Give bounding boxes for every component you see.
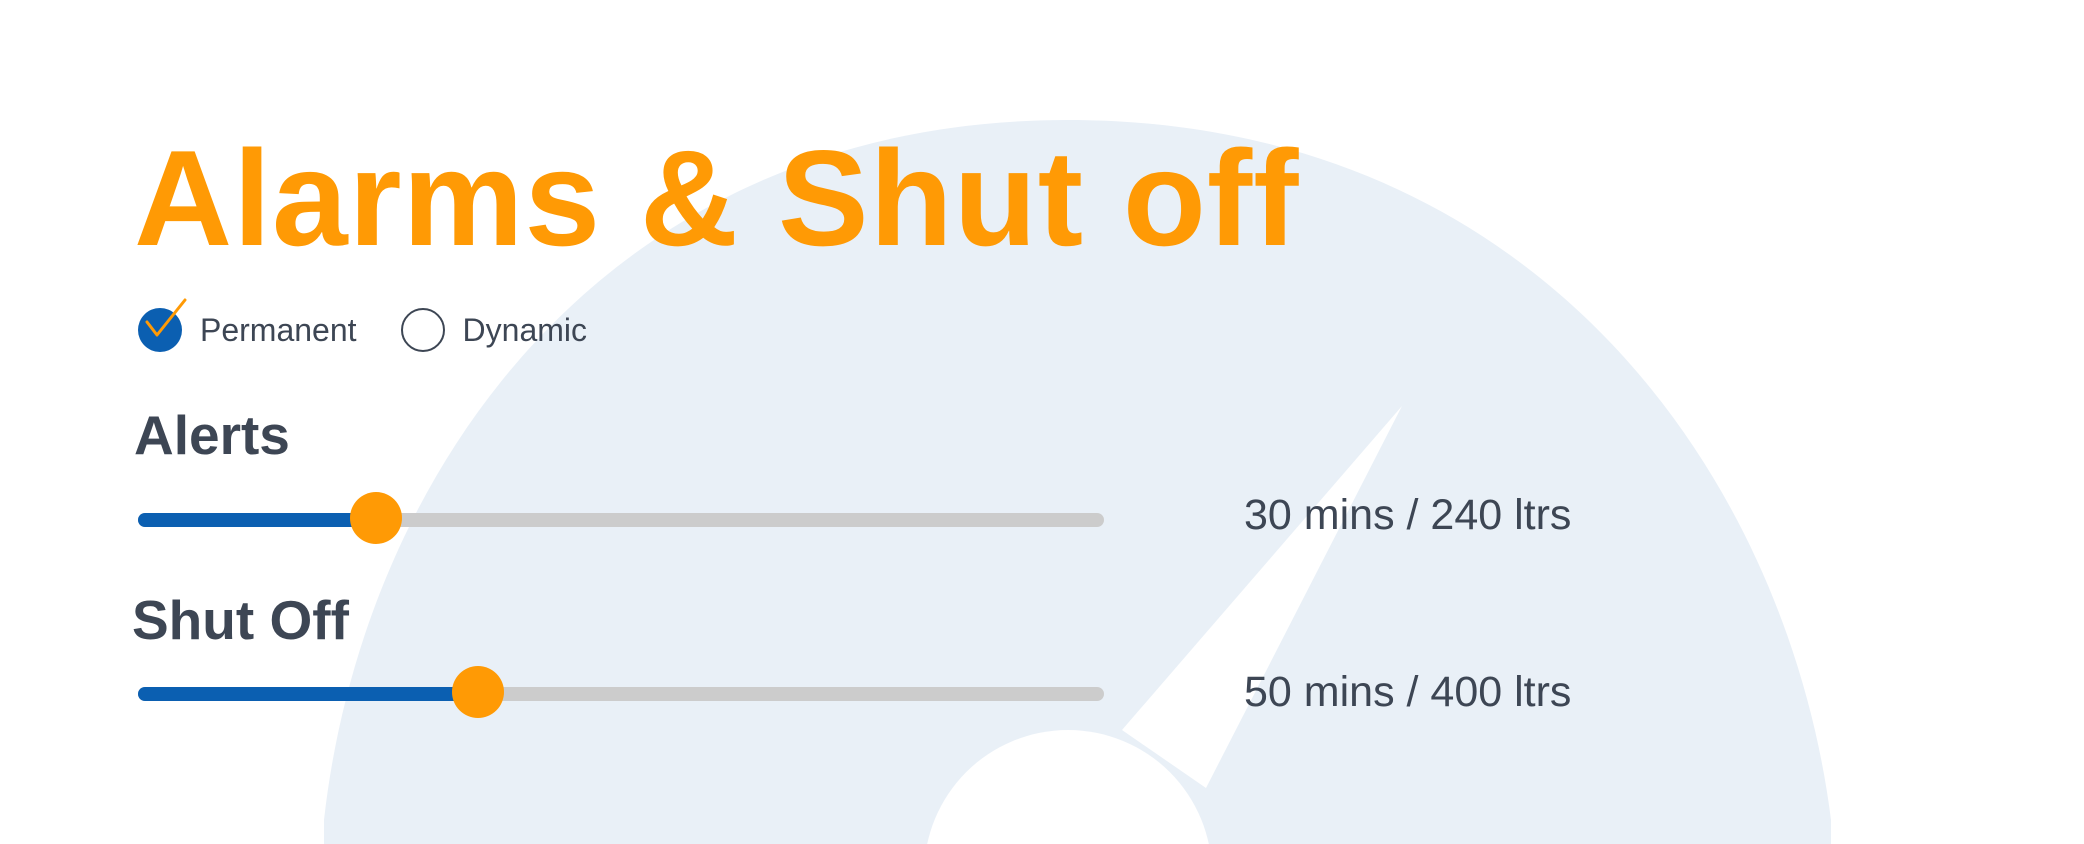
- dynamic-label: Dynamic: [462, 311, 587, 348]
- permanent-radio[interactable]: [138, 298, 187, 352]
- shutoff-slider-fill: [138, 687, 479, 701]
- alerts-slider[interactable]: [138, 492, 1104, 548]
- permanent-label: Permanent: [200, 311, 357, 348]
- mode-radio-group: Permanent Dynamic: [138, 298, 587, 354]
- shutoff-value: 50 mins / 400 ltrs: [1244, 668, 1572, 716]
- shutoff-slider[interactable]: [138, 666, 1104, 722]
- mode-option-dynamic[interactable]: Dynamic: [400, 308, 587, 352]
- shutoff-heading: Shut Off: [132, 589, 349, 651]
- alerts-slider-fill: [138, 513, 376, 527]
- shutoff-slider-thumb[interactable]: [452, 666, 505, 718]
- page-title: Alarms & Shut off: [134, 122, 1300, 274]
- alerts-value: 30 mins / 240 ltrs: [1244, 491, 1572, 539]
- dynamic-radio[interactable]: [400, 308, 445, 352]
- alerts-heading: Alerts: [134, 404, 290, 466]
- mode-option-permanent[interactable]: Permanent: [138, 298, 357, 352]
- checkmark-icon: [145, 298, 187, 337]
- alerts-slider-thumb[interactable]: [349, 492, 402, 544]
